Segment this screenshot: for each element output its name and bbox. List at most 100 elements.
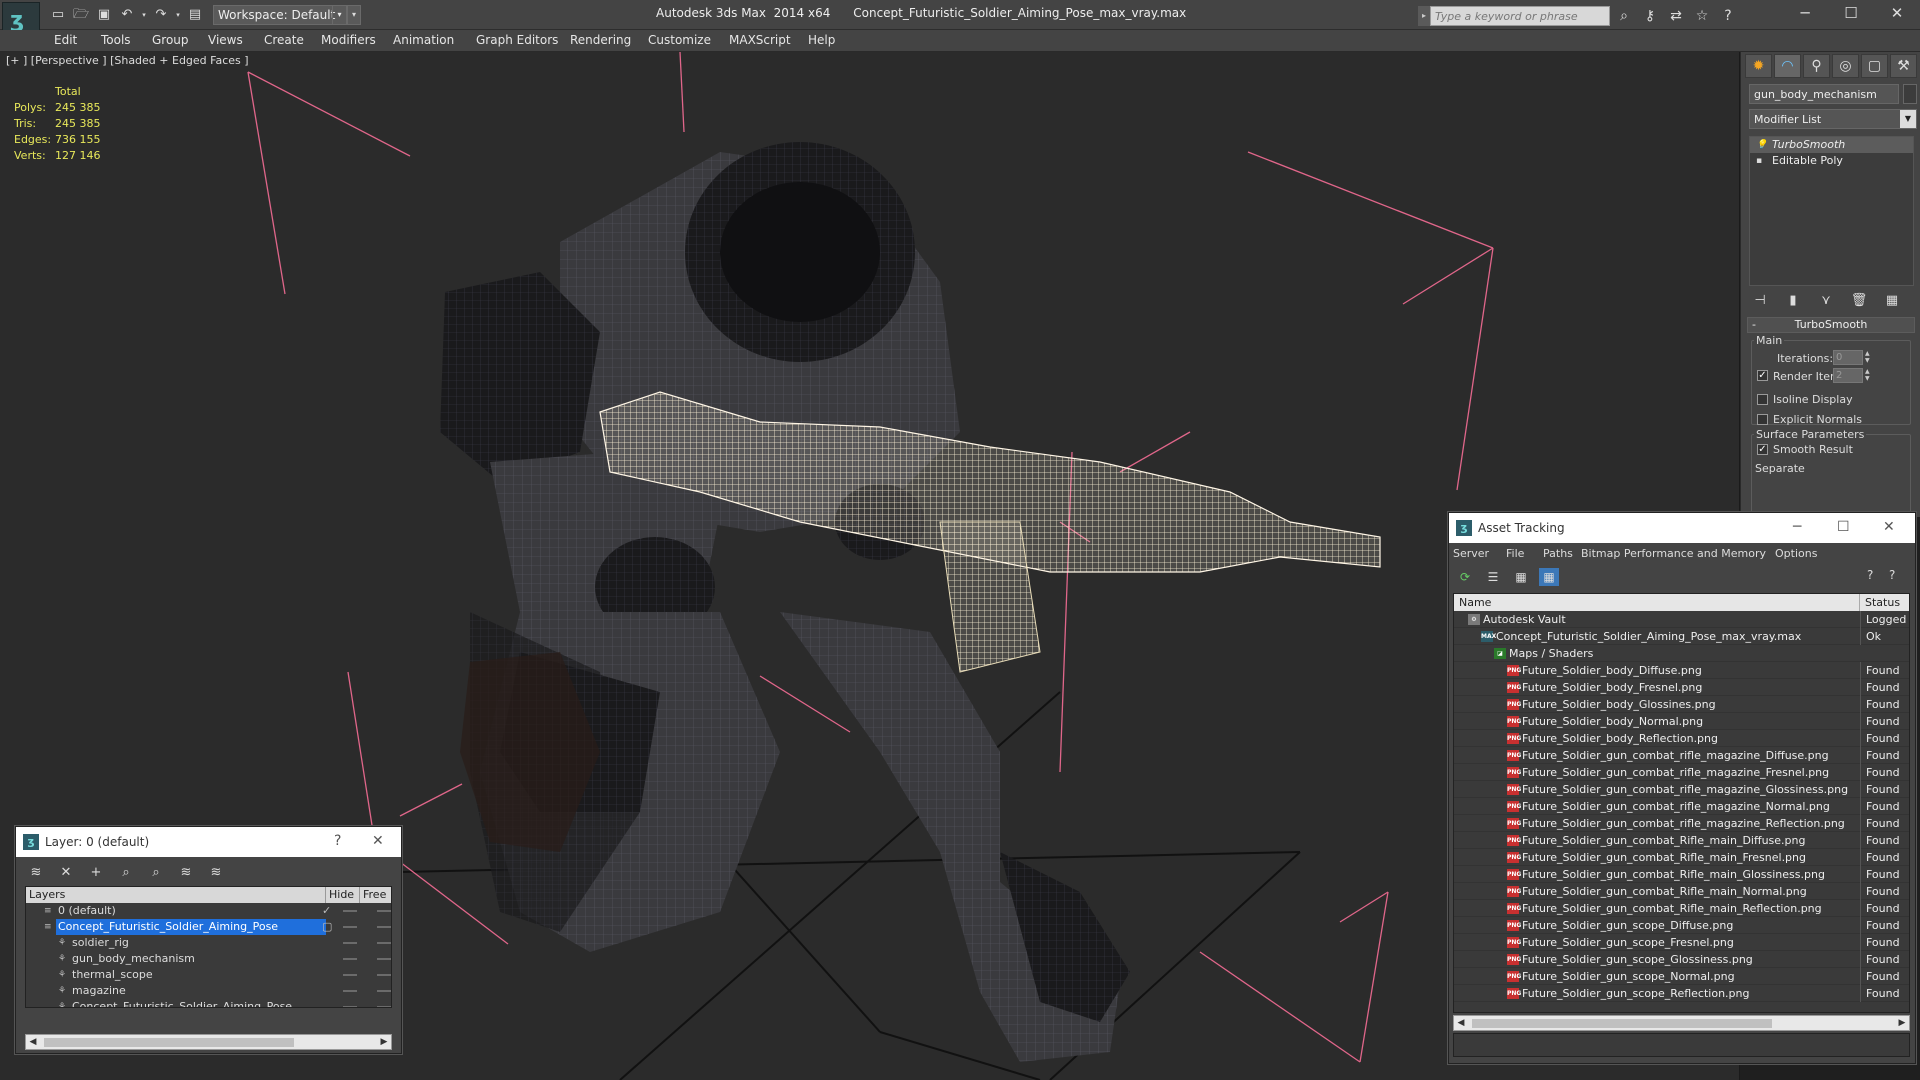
- asset-row[interactable]: ⚙Autodesk Vault Logged O: [1454, 611, 1909, 628]
- freeze-toggle[interactable]: [377, 958, 391, 960]
- hide-toggle[interactable]: [343, 958, 357, 960]
- lightbulb-icon[interactable]: 💡: [1756, 137, 1767, 153]
- asset-row[interactable]: ◪ Maps / Shaders: [1454, 645, 1909, 662]
- menu-options[interactable]: Options: [1775, 547, 1817, 560]
- layer-row[interactable]: ⚘ thermal_scope: [26, 967, 391, 983]
- project-folder-icon[interactable]: ▤: [185, 6, 205, 24]
- select-in-layer-icon[interactable]: ⌕: [116, 863, 136, 883]
- hide-toggle[interactable]: [343, 974, 357, 976]
- freeze-toggle[interactable]: [377, 974, 391, 976]
- table-view-icon[interactable]: ▦: [1539, 568, 1559, 586]
- star-icon[interactable]: ☆: [1692, 6, 1712, 26]
- asset-row[interactable]: PNG Future_Soldier_gun_combat_Rifle_main_…: [1454, 900, 1909, 917]
- configure-modifier-sets-icon[interactable]: ▦: [1881, 292, 1903, 310]
- open-file-icon[interactable]: 🗁: [71, 6, 91, 24]
- minimize-icon[interactable]: ─: [1793, 519, 1801, 535]
- layer-row[interactable]: ⚘ Concept_Futuristic_Soldier_Aiming_Pose: [26, 999, 391, 1007]
- scroll-right-icon[interactable]: ▶: [377, 1035, 391, 1049]
- menu-group[interactable]: Group: [152, 33, 189, 47]
- explicit-normals-checkbox[interactable]: [1757, 414, 1768, 425]
- menu-animation[interactable]: Animation: [393, 33, 454, 47]
- asset-row[interactable]: PNG Future_Soldier_gun_combat_rifle_magaz…: [1454, 747, 1909, 764]
- layer-row[interactable]: ⚘ magazine: [26, 983, 391, 999]
- add-to-layer-icon[interactable]: +: [86, 863, 106, 883]
- thumbnail-view-icon[interactable]: ▦: [1511, 568, 1531, 586]
- delete-layer-icon[interactable]: ✕: [56, 863, 76, 883]
- freeze-toggle[interactable]: [377, 926, 391, 928]
- workspace-select[interactable]: Workspace: Default ▾: [213, 5, 347, 25]
- turbosmooth-rollout-header[interactable]: - TurboSmooth: [1747, 317, 1915, 333]
- spinner-arrows-icon[interactable]: ▲ ▼: [1865, 350, 1873, 365]
- menu-tools[interactable]: Tools: [101, 33, 131, 47]
- asset-row[interactable]: PNG Future_Soldier_gun_combat_Rifle_main_…: [1454, 866, 1909, 883]
- asset-row[interactable]: PNG Future_Soldier_gun_combat_rifle_magaz…: [1454, 764, 1909, 781]
- binoculars-icon[interactable]: ⌕: [1614, 6, 1634, 26]
- scroll-thumb[interactable]: [44, 1038, 294, 1047]
- layer-row[interactable]: ⚘ gun_body_mechanism: [26, 951, 391, 967]
- iterations-spinner[interactable]: 0: [1833, 350, 1863, 365]
- menu-file[interactable]: File: [1506, 547, 1524, 560]
- column-name[interactable]: Name: [1454, 594, 1860, 611]
- menu-bitmap-performance[interactable]: Bitmap Performance and Memory: [1581, 547, 1766, 560]
- menu-customize[interactable]: Customize: [648, 33, 711, 47]
- menu-modifiers[interactable]: Modifiers: [321, 33, 376, 47]
- asset-row[interactable]: PNG Future_Soldier_body_Reflection.png Fou…: [1454, 730, 1909, 747]
- asset-row[interactable]: PNG Future_Soldier_gun_combat_Rifle_main_…: [1454, 849, 1909, 866]
- column-hide[interactable]: Hide: [326, 887, 360, 903]
- highlight-layer-icon[interactable]: ⌕: [146, 863, 166, 883]
- undo-icon[interactable]: ↶: [117, 6, 137, 24]
- help-icon[interactable]: ?: [1867, 568, 1873, 582]
- expand-plus-icon[interactable]: ▪: [1756, 153, 1762, 169]
- asset-row[interactable]: PNG Future_Soldier_body_Normal.png Found: [1454, 713, 1909, 730]
- active-layer-check-icon[interactable]: ✓: [322, 903, 331, 919]
- asset-path-field[interactable]: [1453, 1033, 1910, 1057]
- hide-toggle[interactable]: [343, 1006, 357, 1007]
- undo-dropdown-icon[interactable]: ▾: [140, 6, 148, 24]
- freeze-toggle[interactable]: [377, 942, 391, 944]
- scroll-left-icon[interactable]: ◀: [26, 1035, 40, 1049]
- isoline-display-checkbox[interactable]: [1757, 394, 1768, 405]
- column-status[interactable]: Status: [1860, 594, 1909, 611]
- new-file-icon[interactable]: ▭: [48, 6, 68, 24]
- hide-toggle[interactable]: [343, 926, 357, 928]
- asset-row[interactable]: PNG Future_Soldier_gun_combat_Rifle_main_…: [1454, 883, 1909, 900]
- asset-window-titlebar[interactable]: ʒ Asset Tracking ─ ☐ ✕: [1449, 513, 1915, 543]
- close-icon[interactable]: ✕: [1883, 519, 1895, 535]
- hide-all-layers-icon[interactable]: ≋: [176, 863, 196, 883]
- asset-row[interactable]: PNG Future_Soldier_gun_scope_Fresnel.png F…: [1454, 934, 1909, 951]
- redo-dropdown-icon[interactable]: ▾: [174, 6, 182, 24]
- menu-paths[interactable]: Paths: [1543, 547, 1573, 560]
- close-icon[interactable]: ✕: [372, 833, 384, 849]
- refresh-icon[interactable]: ⟳: [1455, 568, 1475, 586]
- hide-toggle[interactable]: [343, 910, 357, 912]
- menu-graph-editors[interactable]: Graph Editors: [476, 33, 558, 47]
- workspace-extra-dropdown[interactable]: ▾: [347, 5, 361, 25]
- help-context-icon[interactable]: ?: [1889, 568, 1895, 582]
- maximize-icon[interactable]: ☐: [1828, 0, 1874, 28]
- asset-row[interactable]: PNG Future_Soldier_body_Diffuse.png Found: [1454, 662, 1909, 679]
- create-tab-icon[interactable]: ✹: [1745, 54, 1772, 78]
- asset-row[interactable]: PNG Future_Soldier_gun_combat_Rifle_main_…: [1454, 832, 1909, 849]
- render-iters-checkbox[interactable]: ✓: [1757, 370, 1768, 381]
- menu-maxscript[interactable]: MAXScript: [729, 33, 791, 47]
- spinner-arrows-icon[interactable]: ▲ ▼: [1865, 368, 1873, 383]
- asset-row[interactable]: MAX Concept_Futuristic_Soldier_Aiming_Pos…: [1454, 628, 1909, 645]
- save-file-icon[interactable]: ▣: [94, 6, 114, 24]
- asset-row[interactable]: PNG Future_Soldier_gun_scope_Reflection.p…: [1454, 985, 1909, 1002]
- asset-row[interactable]: PNG Future_Soldier_gun_combat_rifle_magaz…: [1454, 798, 1909, 815]
- scroll-right-icon[interactable]: ▶: [1895, 1016, 1909, 1030]
- smooth-result-checkbox[interactable]: ✓: [1757, 444, 1768, 455]
- freeze-toggle[interactable]: [377, 990, 391, 992]
- exchange-icon[interactable]: ⇄: [1666, 6, 1686, 26]
- menu-rendering[interactable]: Rendering: [570, 33, 631, 47]
- column-freeze[interactable]: Free: [360, 887, 391, 903]
- modify-tab-icon[interactable]: ◠: [1774, 54, 1801, 78]
- make-unique-icon[interactable]: ⋎: [1815, 292, 1837, 310]
- asset-row[interactable]: PNG Future_Soldier_body_Fresnel.png Found: [1454, 679, 1909, 696]
- freeze-toggle[interactable]: [377, 910, 391, 912]
- asset-row[interactable]: PNG Future_Soldier_gun_scope_Glossiness.p…: [1454, 951, 1909, 968]
- menu-create[interactable]: Create: [264, 33, 304, 47]
- utilities-tab-icon[interactable]: ⚒: [1890, 54, 1917, 78]
- layer-row[interactable]: ≡ Concept_Futuristic_Soldier_Aiming_Pose ▢: [26, 919, 391, 935]
- stack-item-turbosmooth[interactable]: 💡 TurboSmooth: [1750, 137, 1913, 153]
